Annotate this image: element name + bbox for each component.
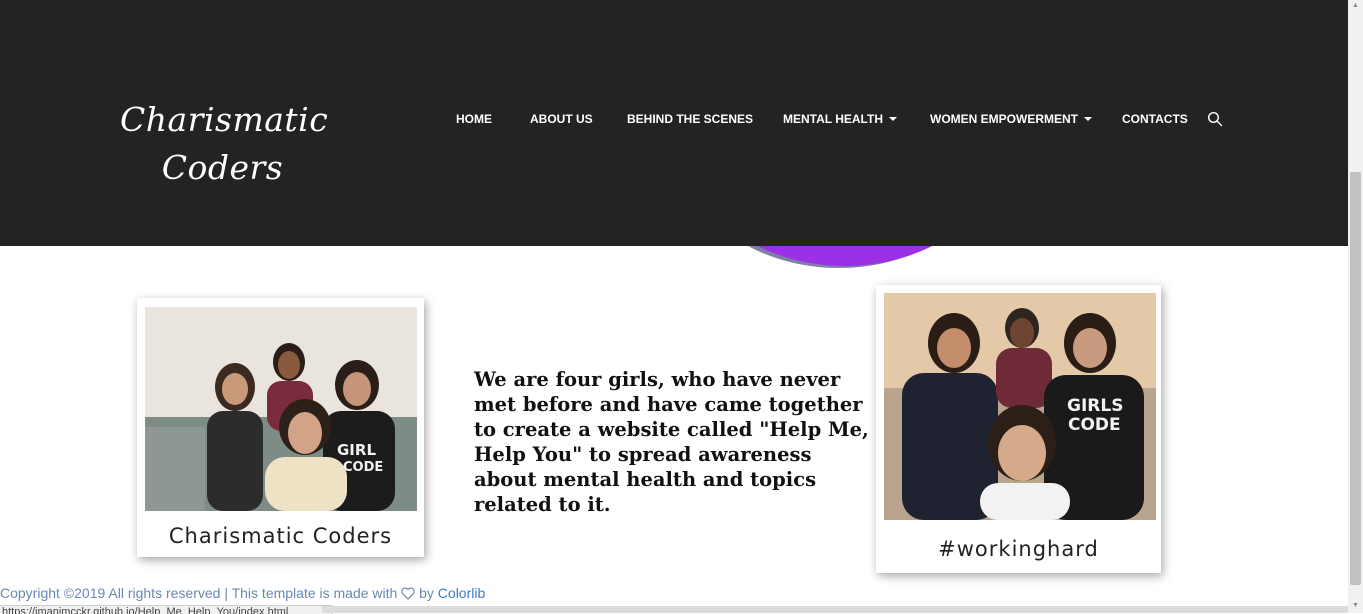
by-text: by	[419, 585, 434, 601]
site-logo[interactable]: Charismatic Coders	[120, 96, 329, 192]
group-photo-left: GIRL CODE	[145, 307, 417, 511]
nav-mental-health[interactable]: MENTAL HEALTH	[783, 110, 897, 128]
site-header: Charismatic Coders HOME ABOUT US BEHIND …	[0, 0, 1348, 246]
about-paragraph: We are four girls, who have never met be…	[474, 368, 869, 516]
svg-text:GIRLS: GIRLS	[1067, 396, 1123, 416]
heart-icon	[401, 587, 415, 603]
search-icon[interactable]	[1207, 111, 1223, 127]
polaroid-caption-right: #workinghard	[938, 537, 1099, 561]
scroll-down-arrow-icon[interactable]: ▼	[1350, 600, 1361, 612]
dropdown-caret-icon	[1084, 117, 1092, 121]
scroll-up-arrow-icon[interactable]: ▲	[1350, 0, 1361, 12]
polaroid-photo-left: GIRL CODE Charismatic Coders	[137, 298, 424, 557]
svg-text:CODE: CODE	[1068, 415, 1121, 435]
group-photo-right: GIRLS CODE	[884, 293, 1156, 520]
horizontal-scrollbar[interactable]	[322, 606, 1348, 613]
logo-line-1: Charismatic	[120, 100, 329, 139]
nav-contacts[interactable]: CONTACTS	[1122, 110, 1188, 128]
svg-text:GIRL: GIRL	[337, 441, 376, 459]
nav-about-us[interactable]: ABOUT US	[530, 110, 593, 128]
copyright-text: Copyright ©2019 All rights reserved | Th…	[0, 585, 398, 601]
colorlib-link[interactable]: Colorlib	[438, 585, 485, 601]
vertical-scrollbar-thumb[interactable]	[1350, 172, 1361, 585]
footer-copyright: Copyright ©2019 All rights reserved | Th…	[0, 585, 485, 603]
nav-home[interactable]: HOME	[456, 110, 492, 128]
svg-text:CODE: CODE	[343, 460, 383, 475]
nav-behind-the-scenes[interactable]: BEHIND THE SCENES	[627, 110, 753, 128]
polaroid-photo-right: GIRLS CODE #workinghard	[876, 285, 1161, 573]
logo-line-2: Coders	[161, 148, 284, 187]
nav-women-empowerment[interactable]: WOMEN EMPOWERMENT	[930, 110, 1092, 128]
polaroid-caption-left: Charismatic Coders	[168, 524, 393, 548]
dropdown-caret-icon	[889, 117, 897, 121]
